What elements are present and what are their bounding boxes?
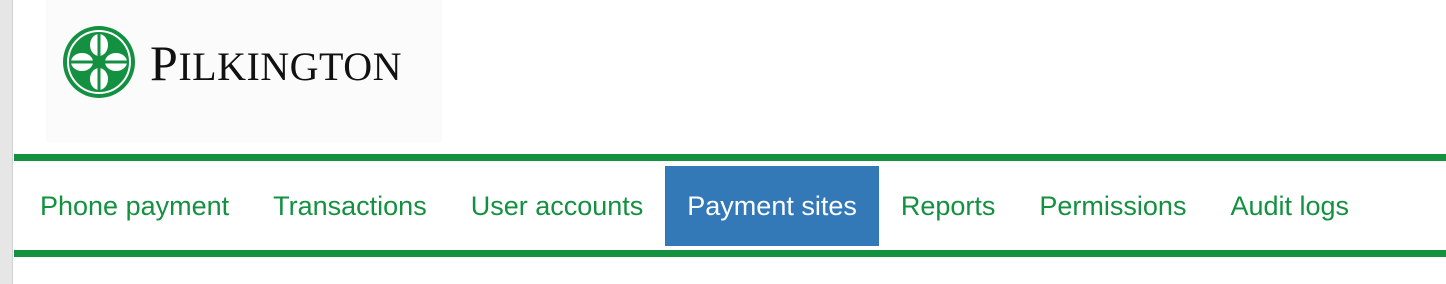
brand-wordmark-rest: ILKINGTON	[178, 44, 403, 89]
nav-top-rule	[14, 154, 1446, 161]
pilkington-logo-icon	[63, 26, 135, 98]
nav-item-reports[interactable]: Reports	[879, 166, 1018, 246]
main-nav: Phone payment Transactions User accounts…	[18, 166, 1371, 246]
nav-item-audit-logs[interactable]: Audit logs	[1208, 166, 1371, 246]
nav-item-transactions[interactable]: Transactions	[251, 166, 449, 246]
brand-wordmark-initial: P	[150, 35, 179, 91]
left-edge	[0, 0, 13, 284]
nav-bottom-rule	[14, 250, 1446, 257]
nav-item-user-accounts[interactable]: User accounts	[449, 166, 666, 246]
nav-item-payment-sites[interactable]: Payment sites	[665, 166, 879, 246]
nav-item-permissions[interactable]: Permissions	[1017, 166, 1208, 246]
brand-wordmark: PILKINGTON	[150, 38, 402, 88]
nav-item-phone-payment[interactable]: Phone payment	[18, 166, 251, 246]
